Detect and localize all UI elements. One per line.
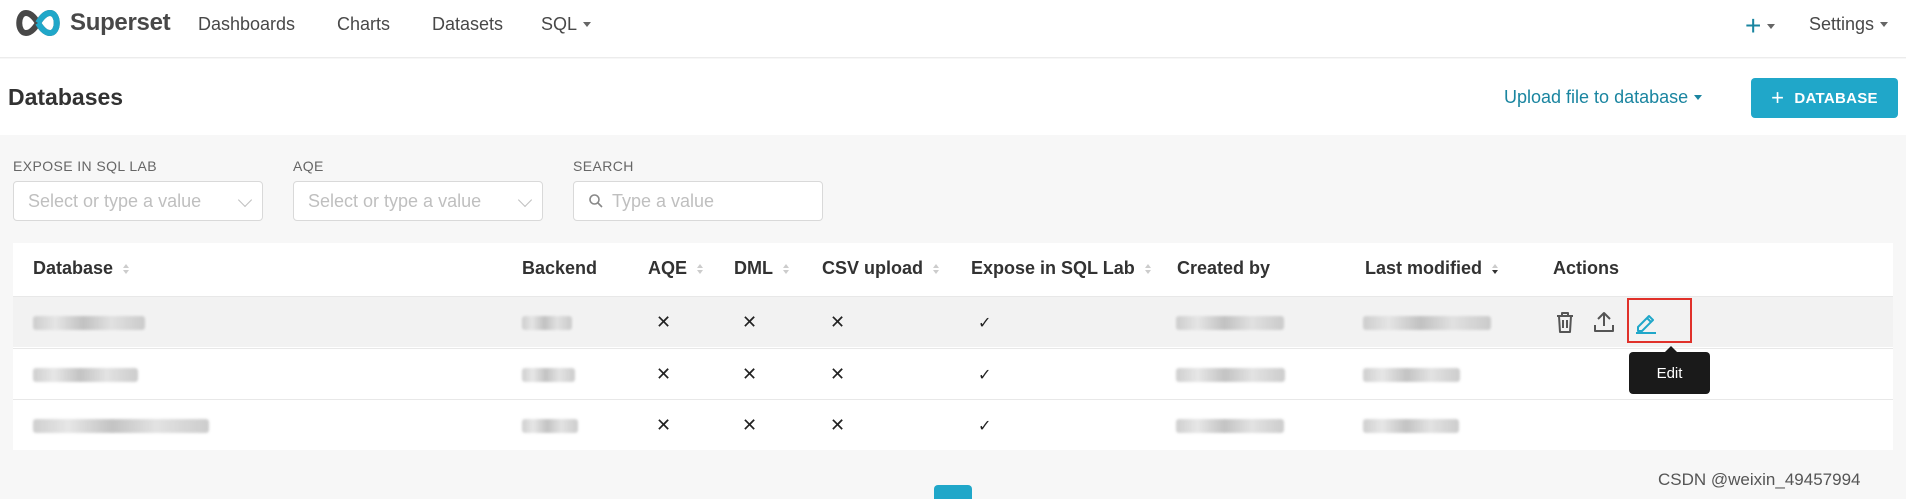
created-by-redacted bbox=[1176, 349, 1285, 400]
brand-name: Superset bbox=[70, 9, 171, 36]
dml-value: ✕ bbox=[742, 364, 758, 384]
database-name-redacted bbox=[33, 400, 209, 451]
dml-value: ✕ bbox=[742, 415, 758, 435]
dml-value: ✕ bbox=[742, 312, 758, 332]
aqe-select[interactable]: Select or type a value bbox=[293, 181, 543, 221]
table-row[interactable]: ✕ ✕ ✕ ✓ bbox=[13, 348, 1893, 399]
expose-sql-lab-select[interactable]: Select or type a value bbox=[13, 181, 263, 221]
column-header-dml[interactable]: DML bbox=[734, 258, 789, 279]
sort-icon bbox=[1492, 263, 1499, 274]
backend-redacted bbox=[522, 349, 575, 400]
watermark: CSDN @weixin_49457994 bbox=[1658, 470, 1861, 489]
created-by-redacted bbox=[1176, 400, 1284, 451]
settings-menu[interactable]: Settings bbox=[1809, 14, 1889, 35]
csv-value: ✕ bbox=[830, 364, 846, 384]
edit-tooltip: Edit bbox=[1629, 346, 1710, 394]
database-name-redacted bbox=[33, 297, 145, 348]
nav-label: Dashboards bbox=[198, 14, 296, 34]
new-item-menu[interactable]: + bbox=[1745, 10, 1776, 42]
nav-charts[interactable]: Charts bbox=[337, 14, 390, 35]
aqe-value: ✕ bbox=[656, 415, 672, 435]
plus-icon: + bbox=[1745, 10, 1762, 41]
csv-value: ✕ bbox=[830, 415, 846, 435]
table-row[interactable]: ✕ ✕ ✕ ✓ bbox=[13, 399, 1893, 450]
csv-value: ✕ bbox=[830, 312, 846, 332]
settings-label: Settings bbox=[1809, 14, 1875, 34]
column-label: Actions bbox=[1553, 258, 1620, 278]
backend-redacted bbox=[522, 297, 572, 348]
sort-icon bbox=[933, 263, 940, 274]
delete-icon[interactable] bbox=[1550, 307, 1580, 337]
nav-label: SQL bbox=[541, 14, 578, 34]
column-header-backend: Backend bbox=[522, 258, 597, 279]
column-label: Created by bbox=[1177, 258, 1271, 278]
last-modified-redacted bbox=[1363, 400, 1459, 451]
nav-datasets[interactable]: Datasets bbox=[432, 14, 503, 35]
column-label: CSV upload bbox=[822, 258, 924, 278]
column-label: Backend bbox=[522, 258, 598, 278]
column-header-database[interactable]: Database bbox=[33, 258, 130, 279]
add-database-button[interactable]: + DATABASE bbox=[1751, 78, 1898, 118]
expose-value: ✓ bbox=[978, 314, 992, 332]
export-icon[interactable] bbox=[1589, 307, 1619, 337]
created-by-redacted bbox=[1176, 297, 1284, 348]
filter-label-aqe: AQE bbox=[293, 158, 324, 174]
chevron-down-icon bbox=[1694, 95, 1703, 100]
sort-icon bbox=[123, 263, 130, 274]
nav-label: Charts bbox=[337, 14, 391, 34]
sort-icon bbox=[1144, 263, 1151, 274]
search-icon bbox=[589, 194, 603, 208]
aqe-value: ✕ bbox=[656, 364, 672, 384]
column-label: Expose in SQL Lab bbox=[971, 258, 1135, 278]
last-modified-redacted bbox=[1363, 349, 1460, 400]
chevron-down-icon bbox=[583, 22, 592, 27]
backend-redacted bbox=[522, 400, 578, 451]
nav-dashboards[interactable]: Dashboards bbox=[198, 14, 295, 35]
column-header-created-by: Created by bbox=[1177, 258, 1270, 279]
chevron-down-icon bbox=[517, 192, 533, 208]
sort-icon bbox=[697, 263, 704, 274]
superset-logo[interactable]: Superset bbox=[12, 8, 171, 38]
search-input[interactable]: Type a value bbox=[573, 181, 823, 221]
add-database-label: DATABASE bbox=[1794, 89, 1878, 107]
expose-value: ✓ bbox=[978, 417, 992, 435]
edit-highlight-box bbox=[1627, 298, 1692, 343]
last-modified-redacted bbox=[1363, 297, 1491, 348]
column-label: AQE bbox=[648, 258, 688, 278]
column-label: Database bbox=[33, 258, 114, 278]
aqe-value: ✕ bbox=[656, 312, 672, 332]
plus-icon: + bbox=[1771, 85, 1785, 110]
expose-value: ✓ bbox=[978, 366, 992, 384]
page-title: Databases bbox=[8, 84, 124, 110]
upload-file-menu[interactable]: Upload file to database bbox=[1504, 87, 1703, 108]
search-placeholder: Type a value bbox=[612, 190, 715, 211]
column-label: Last modified bbox=[1365, 258, 1483, 278]
select-placeholder: Select or type a value bbox=[308, 190, 482, 211]
column-header-last-modified[interactable]: Last modified bbox=[1365, 258, 1499, 279]
column-header-actions: Actions bbox=[1553, 258, 1619, 279]
chevron-down-icon bbox=[1880, 22, 1889, 27]
sort-icon bbox=[783, 263, 789, 274]
chevron-down-icon bbox=[1767, 23, 1776, 29]
top-navbar: Superset Dashboards Charts Datasets SQL … bbox=[0, 0, 1906, 58]
column-header-expose[interactable]: Expose in SQL Lab bbox=[971, 258, 1151, 279]
database-name-redacted bbox=[33, 349, 138, 400]
chevron-down-icon bbox=[237, 192, 253, 208]
nav-sql-menu[interactable]: SQL bbox=[541, 14, 592, 35]
nav-label: Datasets bbox=[432, 14, 504, 34]
select-placeholder: Select or type a value bbox=[28, 190, 202, 211]
filter-label-search: SEARCH bbox=[573, 158, 634, 174]
superset-logo-icon bbox=[16, 9, 60, 37]
column-label: DML bbox=[734, 258, 773, 278]
pagination-current-page[interactable] bbox=[934, 485, 972, 499]
upload-label: Upload file to database bbox=[1504, 87, 1689, 107]
column-header-aqe[interactable]: AQE bbox=[648, 258, 704, 279]
column-header-csv-upload[interactable]: CSV upload bbox=[822, 258, 940, 279]
filter-label-expose: EXPOSE IN SQL LAB bbox=[13, 158, 158, 174]
table-row[interactable]: ✕ ✕ ✕ ✓ bbox=[13, 296, 1893, 347]
